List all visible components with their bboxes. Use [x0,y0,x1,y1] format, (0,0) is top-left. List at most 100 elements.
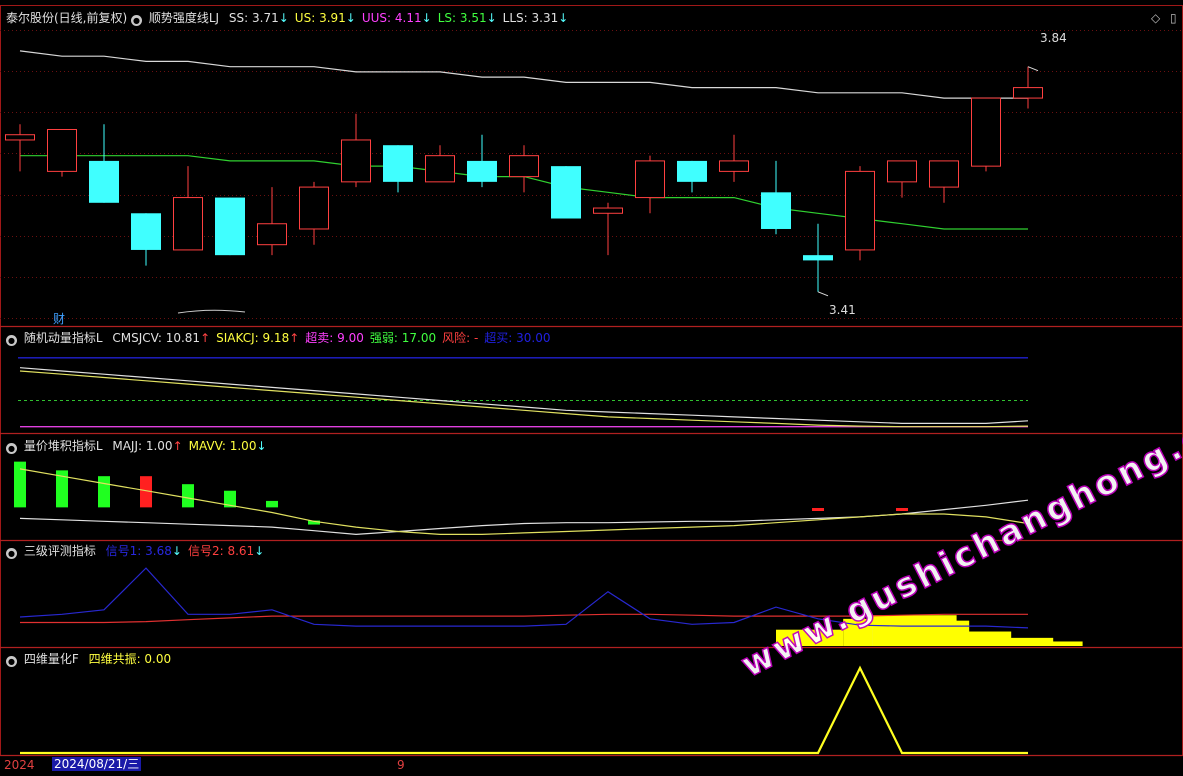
volume-bar [812,508,824,511]
indicator-value: 超卖: 9.00 [305,331,364,345]
candle-body [761,192,791,229]
indicator-number: 4.11 [391,11,422,25]
cmsjcv-line [19,367,1029,424]
indicator-key: 超卖: [305,331,334,345]
indicator-key: 四维共振: [88,652,141,666]
arrow-up-icon: ↑ [289,331,300,345]
volume-bar [182,484,194,508]
candle-body [1013,87,1043,99]
panel3-values: MAJJ: 1.00↑ MAVV: 1.00↓ [106,439,266,453]
candle-body [593,207,623,214]
signal-block [1028,641,1083,646]
settings-circle-icon[interactable]: ● [131,15,143,26]
indicator-number: 10.81 [161,331,201,345]
candle-body [887,160,917,183]
panel2-circle-icon[interactable]: ● [6,335,17,346]
candle-body [635,160,665,199]
arrow-down-icon: ↓ [254,544,265,558]
indicator-key: 风险: [442,331,471,345]
panel4-title: 三级评测指标 [23,544,96,558]
indicator-value: LLS: 3.31↓ [503,11,569,25]
candle-body [131,213,161,250]
candle-body [215,197,245,256]
indicator-key: LS: [437,11,457,25]
indicator-key: LLS: [502,11,528,25]
candle-body [929,160,959,188]
arrow-down-icon: ↓ [558,11,569,25]
indicator-number: 30.00 [512,331,551,345]
candle-body [551,166,581,219]
resonance-line [20,665,1028,755]
candle-body [257,223,287,246]
indicator-value: LS: 3.51↓ [438,11,497,25]
candle-body [971,97,1001,167]
candle-body [89,160,119,203]
panel4-values: 信号1: 3.68↓ 信号2: 8.61↓ [100,544,265,558]
high-marker [1027,66,1039,72]
indicator-key: SS: [228,11,249,25]
panel2-header: ● 随机动量指标L CMSJCV: 10.81↑ SIAKCJ: 9.18↑ 超卖:… [6,331,551,346]
decor-curve [177,309,246,314]
indicator-key: 强弱: [369,331,398,345]
indicator-number: 1.00 [225,439,257,453]
indicator-number: 3.51 [456,11,487,25]
price-low-label: 3.41 [829,303,856,317]
indicator-value: UUS: 4.11↓ [362,11,432,25]
stock-name: 泰尔股份(日线,前复权) [6,11,128,25]
window-icon[interactable]: ▯ [1170,11,1177,25]
volume-bar [266,500,278,508]
volume-bar [98,476,110,508]
main-header: 泰尔股份(日线,前复权) ● 顺势强度线LJ SS: 3.71↓ US: 3.91… [6,11,568,26]
indicator-number: 9.18 [258,331,290,345]
indicator-value: SIAKCJ: 9.18↑ [216,331,299,345]
indicator-value: MAJJ: 1.00↑ [112,439,182,453]
candle-body [383,145,413,182]
volume-bar [14,461,26,508]
price-high-label: 3.84 [1040,31,1067,45]
candle-body [47,128,77,172]
arrow-up-icon: ↑ [200,331,211,345]
low-marker [817,291,829,297]
indicator-number: 8.61 [223,544,255,558]
indicator-number: 1.00 [142,439,173,453]
indicator-number: 9.00 [333,331,364,345]
main-indicator-values: SS: 3.71↓ US: 3.91↓ UUS: 4.11↓ LS: 3.51↓ LLS… [223,11,568,25]
panel2-title: 随机动量指标L [23,331,103,345]
panel3-title: 量价堆积指标L [23,439,103,453]
cai-label[interactable]: 财 [53,312,65,326]
panel5-circle-icon[interactable]: ● [6,656,17,667]
candle-body [719,160,749,172]
majj-line [19,499,1029,536]
indicator-key: 信号2: [187,544,224,558]
indicator-key: UUS: [361,11,392,25]
footer-mark: 9 [397,758,405,772]
indicator-value: US: 3.91↓ [295,11,356,25]
indicator-value: 信号1: 3.68↓ [106,544,182,558]
indicator-number: 3.68 [141,544,172,558]
stock-chart[interactable] [0,0,1183,776]
candle-body [341,139,371,183]
indicator-value: 四维共振: 0.00 [89,652,172,666]
indicator-value: 超买: 30.00 [484,331,550,345]
indicator-key: US: [294,11,316,25]
candle-body [467,160,497,182]
indicator-key: CMSJCV: [112,331,162,345]
indicator-number: 3.31 [527,11,559,25]
candle-body [5,134,35,141]
arrow-down-icon: ↓ [345,11,356,25]
diamond-icon[interactable]: ◇ [1151,11,1160,25]
candle-body [803,255,833,261]
panel4-circle-icon[interactable]: ● [6,548,17,559]
mavv-line [19,468,1029,536]
indicator-key: 超买: [484,331,513,345]
indicator-value: 风险: - [442,331,478,345]
panel5-title: 四维量化F [23,652,79,666]
footer-date[interactable]: 2024/08/21/三 [52,757,142,771]
arrow-down-icon: ↓ [171,544,182,558]
footer-year: 2024 [4,758,35,772]
indicator-name: 顺势强度线LJ [148,11,220,25]
indicator-key: MAJJ: [112,439,143,453]
panel3-circle-icon[interactable]: ● [6,443,17,454]
indicator-number: 3.91 [315,11,346,25]
candle-body [677,160,707,182]
